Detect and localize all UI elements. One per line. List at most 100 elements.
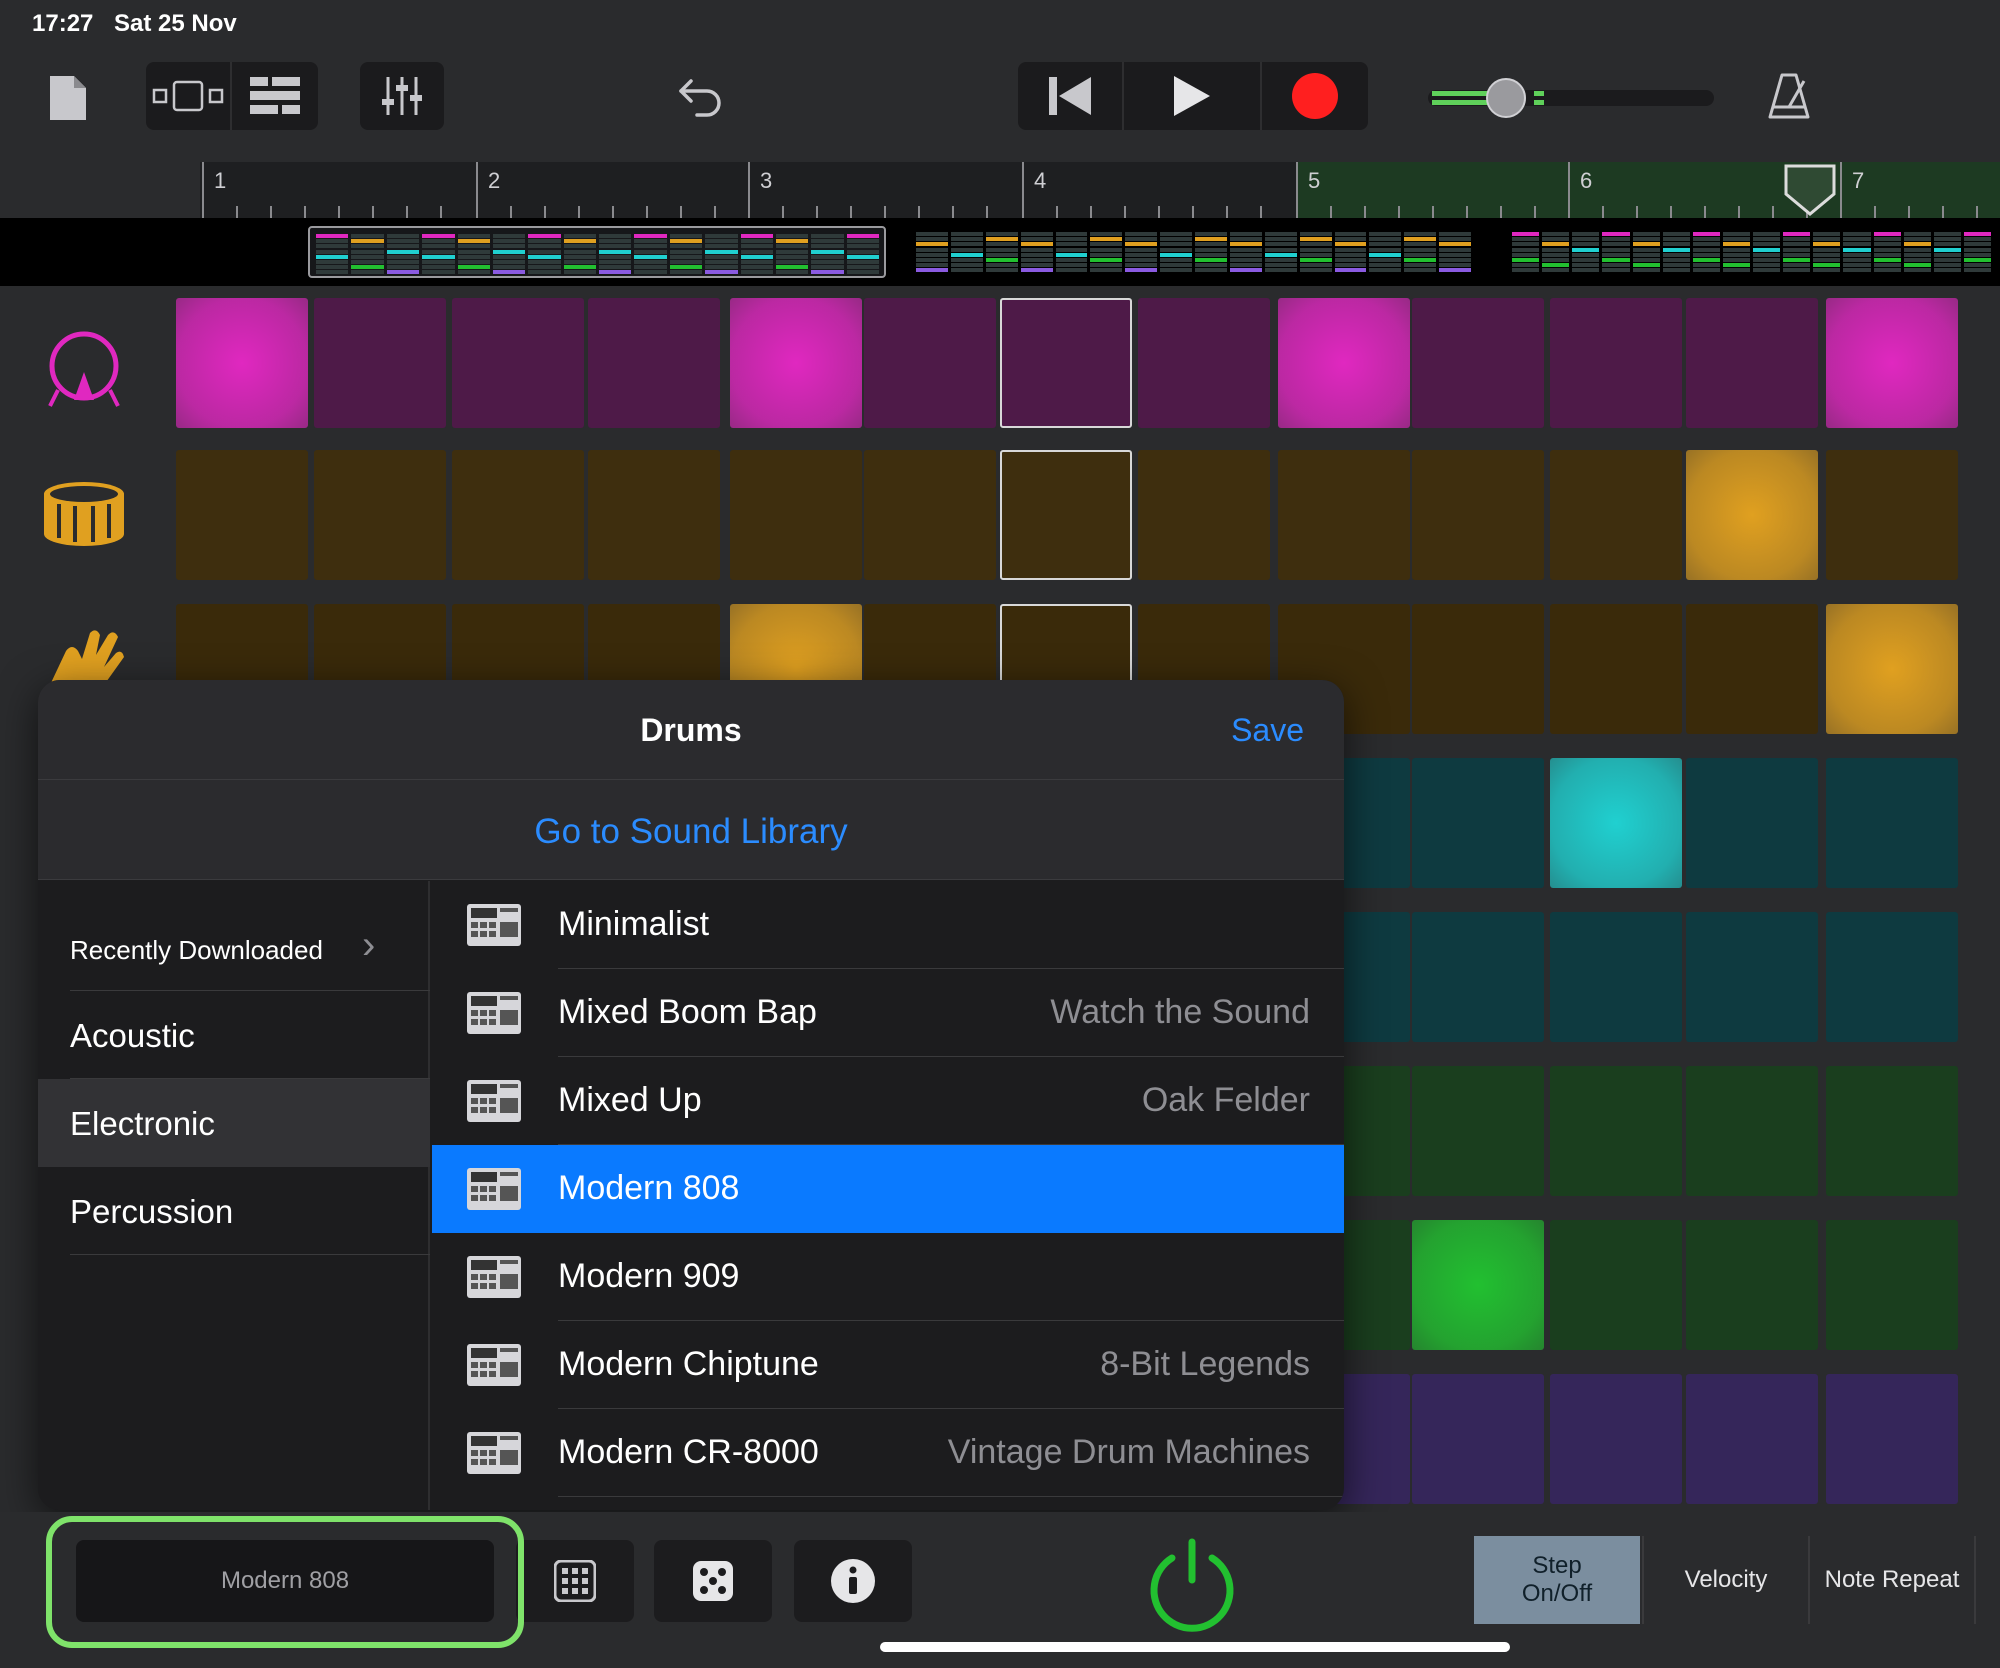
play-icon[interactable] — [1124, 62, 1260, 130]
step-cell[interactable] — [588, 450, 720, 580]
step-cell[interactable] — [1826, 912, 1958, 1042]
step-cell[interactable] — [1550, 1066, 1682, 1196]
step-cell[interactable] — [730, 450, 862, 580]
metronome-icon[interactable] — [1762, 66, 1816, 126]
step-cell[interactable] — [1412, 1374, 1544, 1504]
kit-list-item[interactable]: Modern CR-8000 Vintage Drum Machines — [432, 1409, 1344, 1497]
step-cell[interactable] — [1412, 758, 1544, 888]
pattern-step — [528, 260, 561, 264]
pattern-step — [386, 270, 420, 275]
step-cell[interactable] — [1826, 604, 1958, 734]
pattern-step — [1722, 252, 1750, 257]
pattern-step — [1783, 263, 1811, 268]
step-cell[interactable] — [1000, 298, 1132, 428]
step-cell[interactable] — [1412, 298, 1544, 428]
kit-list-item[interactable]: Minimalist — [432, 881, 1344, 969]
undo-icon[interactable] — [670, 70, 730, 124]
step-cell[interactable] — [1000, 450, 1132, 580]
step-cell[interactable] — [1826, 1220, 1958, 1350]
step-cell[interactable] — [588, 298, 720, 428]
pattern-step — [563, 244, 596, 249]
step-cell[interactable] — [1686, 604, 1818, 734]
save-button[interactable]: Save — [1231, 712, 1304, 749]
step-cell[interactable] — [1686, 912, 1818, 1042]
info-button[interactable] — [794, 1540, 912, 1622]
step-cell[interactable] — [1550, 450, 1682, 580]
step-cell[interactable] — [1412, 1220, 1544, 1350]
playhead-icon[interactable] — [1784, 164, 1836, 216]
step-cell[interactable] — [1826, 450, 1958, 580]
rewind-icon[interactable] — [1018, 62, 1122, 130]
step-on-off-button[interactable]: Step On/Off — [1474, 1536, 1640, 1624]
step-cell[interactable] — [1686, 298, 1818, 428]
volume-slider[interactable] — [1428, 74, 1714, 122]
pattern-step — [1404, 247, 1437, 252]
pattern-step — [351, 249, 384, 254]
sound-library-row[interactable]: Go to Sound Library — [38, 780, 1344, 880]
home-indicator[interactable] — [880, 1642, 1510, 1652]
step-cell[interactable] — [1138, 298, 1270, 428]
step-cell[interactable] — [452, 298, 584, 428]
step-cell[interactable] — [1826, 298, 1958, 428]
pattern-2[interactable] — [910, 226, 1480, 278]
step-cell[interactable] — [1686, 1374, 1818, 1504]
step-cell[interactable] — [730, 298, 862, 428]
velocity-button[interactable]: Velocity — [1642, 1536, 1808, 1624]
go-to-sound-library-link[interactable]: Go to Sound Library — [38, 812, 1344, 852]
cycle-region[interactable] — [1298, 162, 2000, 218]
note-repeat-button[interactable]: Note Repeat — [1808, 1536, 1976, 1624]
step-cell[interactable] — [1826, 1374, 1958, 1504]
step-cell[interactable] — [864, 450, 996, 580]
step-cell[interactable] — [1550, 604, 1682, 734]
step-cell[interactable] — [1278, 298, 1410, 428]
step-cell[interactable] — [1826, 758, 1958, 888]
pattern-step — [492, 260, 526, 264]
tracks-view-icon[interactable] — [232, 62, 318, 130]
step-cell[interactable] — [1412, 604, 1544, 734]
step-cell[interactable] — [1550, 912, 1682, 1042]
step-cell[interactable] — [1138, 450, 1270, 580]
pattern-3[interactable] — [1506, 226, 2000, 278]
category-electronic[interactable]: Electronic — [38, 1079, 430, 1167]
kit-list-item[interactable]: Modern 909 — [432, 1233, 1344, 1321]
power-button[interactable] — [1142, 1534, 1242, 1634]
mixer-icon[interactable] — [360, 62, 444, 130]
step-cell[interactable] — [1686, 1220, 1818, 1350]
live-loops-icon[interactable] — [146, 62, 230, 130]
category-recently-downloaded[interactable]: Recently Downloaded › — [38, 903, 430, 991]
step-cell[interactable] — [314, 450, 446, 580]
step-cell[interactable] — [1826, 1066, 1958, 1196]
step-cell[interactable] — [1550, 758, 1682, 888]
timeline-ruler[interactable]: 1 2 3 4 5 6 7 — [0, 162, 2000, 218]
step-cell[interactable] — [1686, 1066, 1818, 1196]
step-cell[interactable] — [314, 298, 446, 428]
randomize-button[interactable] — [654, 1540, 772, 1622]
step-cell[interactable] — [1412, 912, 1544, 1042]
chevron-right-icon: › — [362, 923, 376, 967]
step-cell[interactable] — [452, 450, 584, 580]
category-percussion[interactable]: Percussion — [38, 1167, 430, 1255]
kit-list-item[interactable]: Mixed Boom Bap Watch the Sound — [432, 969, 1344, 1057]
record-icon[interactable] — [1262, 62, 1368, 130]
step-cell[interactable] — [176, 298, 308, 428]
snare-drum-icon[interactable] — [36, 466, 132, 562]
document-icon[interactable] — [44, 68, 92, 128]
pattern-step — [1264, 268, 1297, 273]
pattern-grid-button[interactable] — [516, 1540, 634, 1622]
kick-drum-icon[interactable] — [36, 322, 132, 418]
step-cell[interactable] — [1550, 1220, 1682, 1350]
category-acoustic[interactable]: Acoustic — [38, 991, 430, 1079]
step-cell[interactable] — [1278, 450, 1410, 580]
step-cell[interactable] — [176, 450, 308, 580]
step-cell[interactable] — [1686, 450, 1818, 580]
pattern-1[interactable] — [308, 226, 886, 278]
step-cell[interactable] — [864, 298, 996, 428]
step-cell[interactable] — [1686, 758, 1818, 888]
kit-list-item[interactable]: Modern 808 — [432, 1145, 1344, 1233]
step-cell[interactable] — [1550, 1374, 1682, 1504]
step-cell[interactable] — [1412, 450, 1544, 580]
kit-list-item[interactable]: Modern Chiptune 8-Bit Legends — [432, 1321, 1344, 1409]
kit-list-item[interactable]: Mixed Up Oak Felder — [432, 1057, 1344, 1145]
step-cell[interactable] — [1550, 298, 1682, 428]
step-cell[interactable] — [1412, 1066, 1544, 1196]
